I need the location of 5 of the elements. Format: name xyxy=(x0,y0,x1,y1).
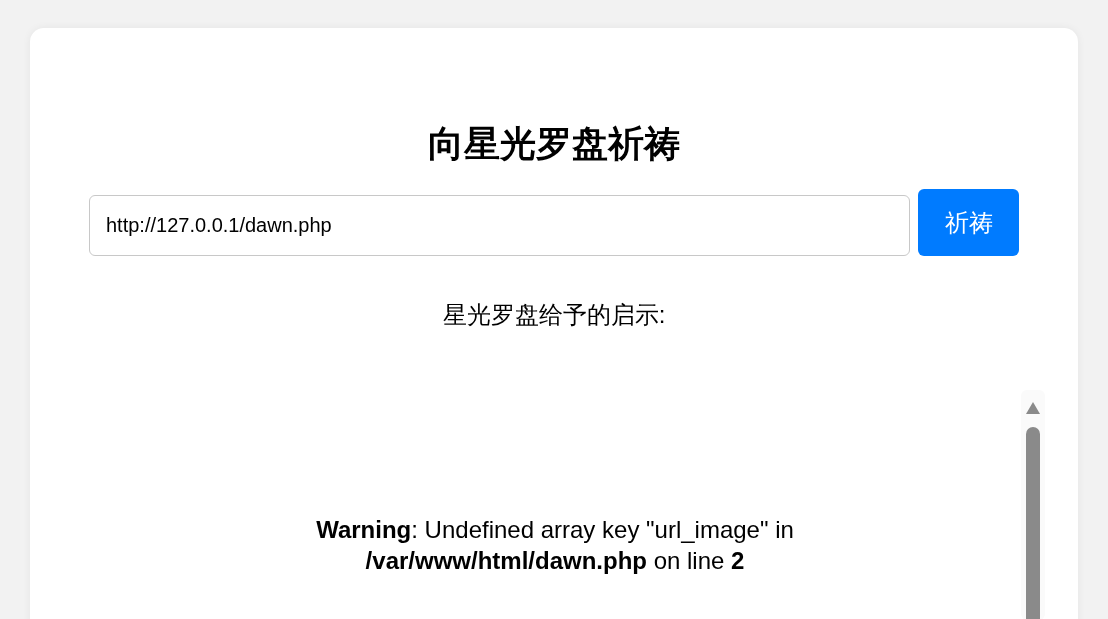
page-title: 向星光罗盘祈祷 xyxy=(427,122,681,166)
pray-button[interactable]: 祈祷 xyxy=(918,189,1019,256)
warning-message: Warning: Undefined array key "url_image" in /var/www/html/dawn.php on line 2 xyxy=(315,515,795,576)
url-input-field[interactable]: http://127.0.0.1/dawn.php xyxy=(89,195,910,256)
result-label: 星光罗盘给予的启示: xyxy=(441,300,667,330)
